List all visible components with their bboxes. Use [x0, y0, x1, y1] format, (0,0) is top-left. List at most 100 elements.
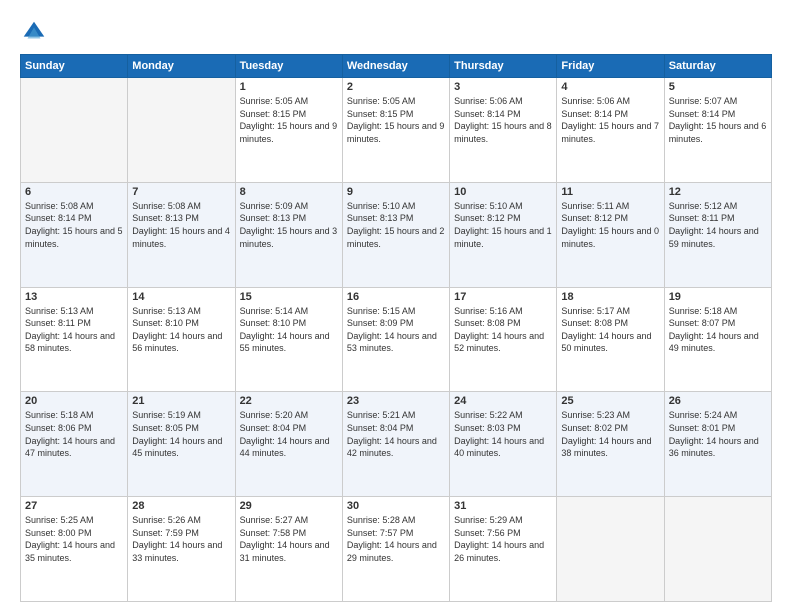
calendar-header-thursday: Thursday: [450, 55, 557, 78]
logo: [20, 18, 52, 46]
calendar-empty-cell: [21, 78, 128, 183]
day-number: 25: [561, 395, 659, 407]
day-number: 17: [454, 291, 552, 303]
calendar-empty-cell: [128, 78, 235, 183]
calendar-day-26: 26 Sunrise: 5:24 AMSunset: 8:01 PMDayligh…: [664, 392, 771, 497]
day-number: 29: [240, 500, 338, 512]
day-number: 4: [561, 81, 659, 93]
calendar-day-3: 3 Sunrise: 5:06 AMSunset: 8:14 PMDaylight…: [450, 78, 557, 183]
day-info: Sunrise: 5:19 AMSunset: 8:05 PMDaylight:…: [132, 409, 230, 459]
day-number: 2: [347, 81, 445, 93]
calendar-week-row: 13 Sunrise: 5:13 AMSunset: 8:11 PMDayligh…: [21, 287, 772, 392]
day-number: 14: [132, 291, 230, 303]
day-info: Sunrise: 5:05 AMSunset: 8:15 PMDaylight:…: [240, 95, 338, 145]
calendar-day-15: 15 Sunrise: 5:14 AMSunset: 8:10 PMDayligh…: [235, 287, 342, 392]
calendar-empty-cell: [557, 497, 664, 602]
day-number: 31: [454, 500, 552, 512]
logo-icon: [20, 18, 48, 46]
calendar-day-17: 17Sunrise: 5:16 AMSunset: 8:08 PMDayligh…: [450, 287, 557, 392]
calendar-day-5: 5Sunrise: 5:07 AMSunset: 8:14 PMDaylight…: [664, 78, 771, 183]
day-info: Sunrise: 5:09 AMSunset: 8:13 PMDaylight:…: [240, 200, 338, 250]
day-info: Sunrise: 5:08 AMSunset: 8:14 PMDaylight:…: [25, 200, 123, 250]
day-number: 28: [132, 500, 230, 512]
day-info: Sunrise: 5:18 AMSunset: 8:07 PMDaylight:…: [669, 305, 767, 355]
calendar-day-31: 31Sunrise: 5:29 AMSunset: 7:56 PMDayligh…: [450, 497, 557, 602]
calendar-day-23: 23 Sunrise: 5:21 AMSunset: 8:04 PMDayligh…: [342, 392, 449, 497]
day-info: Sunrise: 5:13 AMSunset: 8:10 PMDaylight:…: [132, 305, 230, 355]
day-info: Sunrise: 5:12 AMSunset: 8:11 PMDaylight:…: [669, 200, 767, 250]
day-number: 16: [347, 291, 445, 303]
calendar-day-10: 10 Sunrise: 5:10 AMSunset: 8:12 PMDayligh…: [450, 182, 557, 287]
day-info: Sunrise: 5:11 AMSunset: 8:12 PMDaylight:…: [561, 200, 659, 250]
calendar-day-28: 28Sunrise: 5:26 AMSunset: 7:59 PMDayligh…: [128, 497, 235, 602]
calendar-table: SundayMondayTuesdayWednesdayThursdayFrid…: [20, 54, 772, 602]
calendar-day-9: 9 Sunrise: 5:10 AMSunset: 8:13 PMDaylight…: [342, 182, 449, 287]
calendar-week-row: 27Sunrise: 5:25 AMSunset: 8:00 PMDayligh…: [21, 497, 772, 602]
day-info: Sunrise: 5:14 AMSunset: 8:10 PMDaylight:…: [240, 305, 338, 355]
calendar-day-4: 4Sunrise: 5:06 AMSunset: 8:14 PMDaylight…: [557, 78, 664, 183]
day-number: 20: [25, 395, 123, 407]
day-number: 26: [669, 395, 767, 407]
calendar-header-wednesday: Wednesday: [342, 55, 449, 78]
day-info: Sunrise: 5:13 AMSunset: 8:11 PMDaylight:…: [25, 305, 123, 355]
calendar-day-12: 12 Sunrise: 5:12 AMSunset: 8:11 PMDayligh…: [664, 182, 771, 287]
calendar-day-18: 18 Sunrise: 5:17 AMSunset: 8:08 PMDayligh…: [557, 287, 664, 392]
day-number: 30: [347, 500, 445, 512]
page: SundayMondayTuesdayWednesdayThursdayFrid…: [0, 0, 792, 612]
calendar-header-monday: Monday: [128, 55, 235, 78]
calendar-week-row: 6Sunrise: 5:08 AMSunset: 8:14 PMDaylight…: [21, 182, 772, 287]
day-number: 15: [240, 291, 338, 303]
day-info: Sunrise: 5:10 AMSunset: 8:12 PMDaylight:…: [454, 200, 552, 250]
day-info: Sunrise: 5:05 AMSunset: 8:15 PMDaylight:…: [347, 95, 445, 145]
day-number: 11: [561, 186, 659, 198]
day-info: Sunrise: 5:21 AMSunset: 8:04 PMDaylight:…: [347, 409, 445, 459]
header: [20, 18, 772, 46]
calendar-day-27: 27Sunrise: 5:25 AMSunset: 8:00 PMDayligh…: [21, 497, 128, 602]
calendar-header-row: SundayMondayTuesdayWednesdayThursdayFrid…: [21, 55, 772, 78]
day-number: 24: [454, 395, 552, 407]
calendar-day-19: 19 Sunrise: 5:18 AMSunset: 8:07 PMDayligh…: [664, 287, 771, 392]
calendar-day-22: 22 Sunrise: 5:20 AMSunset: 8:04 PMDayligh…: [235, 392, 342, 497]
calendar-day-1: 1 Sunrise: 5:05 AMSunset: 8:15 PMDaylight…: [235, 78, 342, 183]
day-info: Sunrise: 5:28 AMSunset: 7:57 PMDaylight:…: [347, 514, 445, 564]
day-number: 3: [454, 81, 552, 93]
day-number: 12: [669, 186, 767, 198]
calendar-header-sunday: Sunday: [21, 55, 128, 78]
day-number: 23: [347, 395, 445, 407]
day-number: 7: [132, 186, 230, 198]
calendar-week-row: 20 Sunrise: 5:18 AMSunset: 8:06 PMDayligh…: [21, 392, 772, 497]
day-number: 19: [669, 291, 767, 303]
day-info: Sunrise: 5:23 AMSunset: 8:02 PMDaylight:…: [561, 409, 659, 459]
day-info: Sunrise: 5:25 AMSunset: 8:00 PMDaylight:…: [25, 514, 123, 564]
calendar-day-6: 6Sunrise: 5:08 AMSunset: 8:14 PMDaylight…: [21, 182, 128, 287]
day-info: Sunrise: 5:06 AMSunset: 8:14 PMDaylight:…: [454, 95, 552, 145]
day-number: 21: [132, 395, 230, 407]
day-number: 1: [240, 81, 338, 93]
day-number: 22: [240, 395, 338, 407]
calendar-day-16: 16Sunrise: 5:15 AMSunset: 8:09 PMDayligh…: [342, 287, 449, 392]
day-number: 10: [454, 186, 552, 198]
day-info: Sunrise: 5:18 AMSunset: 8:06 PMDaylight:…: [25, 409, 123, 459]
day-info: Sunrise: 5:20 AMSunset: 8:04 PMDaylight:…: [240, 409, 338, 459]
day-number: 18: [561, 291, 659, 303]
calendar-day-29: 29 Sunrise: 5:27 AMSunset: 7:58 PMDayligh…: [235, 497, 342, 602]
calendar-header-saturday: Saturday: [664, 55, 771, 78]
calendar-day-30: 30 Sunrise: 5:28 AMSunset: 7:57 PMDayligh…: [342, 497, 449, 602]
day-info: Sunrise: 5:10 AMSunset: 8:13 PMDaylight:…: [347, 200, 445, 250]
day-number: 13: [25, 291, 123, 303]
calendar-header-friday: Friday: [557, 55, 664, 78]
day-info: Sunrise: 5:17 AMSunset: 8:08 PMDaylight:…: [561, 305, 659, 355]
day-info: Sunrise: 5:24 AMSunset: 8:01 PMDaylight:…: [669, 409, 767, 459]
calendar-day-8: 8 Sunrise: 5:09 AMSunset: 8:13 PMDaylight…: [235, 182, 342, 287]
day-number: 9: [347, 186, 445, 198]
calendar-day-11: 11 Sunrise: 5:11 AMSunset: 8:12 PMDayligh…: [557, 182, 664, 287]
day-number: 8: [240, 186, 338, 198]
day-info: Sunrise: 5:08 AMSunset: 8:13 PMDaylight:…: [132, 200, 230, 250]
calendar-day-24: 24Sunrise: 5:22 AMSunset: 8:03 PMDayligh…: [450, 392, 557, 497]
day-info: Sunrise: 5:27 AMSunset: 7:58 PMDaylight:…: [240, 514, 338, 564]
calendar-day-21: 21 Sunrise: 5:19 AMSunset: 8:05 PMDayligh…: [128, 392, 235, 497]
calendar-day-14: 14 Sunrise: 5:13 AMSunset: 8:10 PMDayligh…: [128, 287, 235, 392]
calendar-day-20: 20 Sunrise: 5:18 AMSunset: 8:06 PMDayligh…: [21, 392, 128, 497]
calendar-day-2: 2 Sunrise: 5:05 AMSunset: 8:15 PMDaylight…: [342, 78, 449, 183]
calendar-week-row: 1 Sunrise: 5:05 AMSunset: 8:15 PMDaylight…: [21, 78, 772, 183]
